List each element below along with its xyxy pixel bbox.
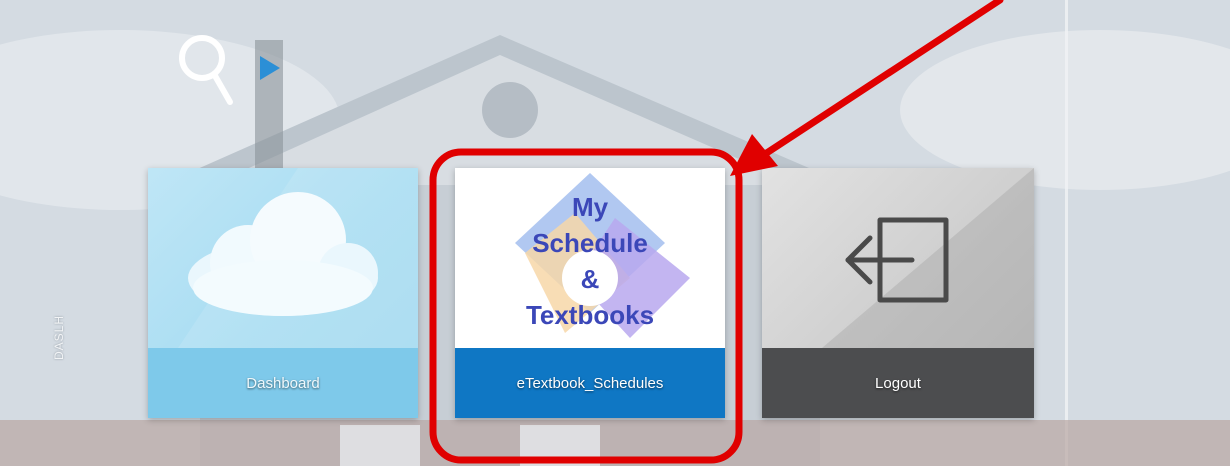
logo-line-textbooks: Textbooks bbox=[525, 300, 655, 330]
tile-logout[interactable]: Logout bbox=[762, 168, 1034, 418]
search-button[interactable] bbox=[172, 30, 292, 110]
tile-logout-label: Logout bbox=[762, 348, 1034, 418]
side-label: DASLH bbox=[52, 314, 66, 360]
tile-etextbook-schedules[interactable]: My Schedule & Textbooks eTextbook_Schedu… bbox=[455, 168, 725, 418]
tile-dashboard-label: Dashboard bbox=[148, 348, 418, 418]
play-arrow-icon bbox=[260, 56, 280, 80]
logo-line-schedule: Schedule bbox=[532, 228, 648, 258]
logo-line-my: My bbox=[571, 192, 609, 222]
logo-line-ampersand: & bbox=[580, 264, 600, 294]
tile-etextbook-label: eTextbook_Schedules bbox=[455, 348, 725, 418]
search-icon bbox=[179, 35, 233, 105]
tile-dashboard[interactable]: Dashboard bbox=[148, 168, 418, 418]
